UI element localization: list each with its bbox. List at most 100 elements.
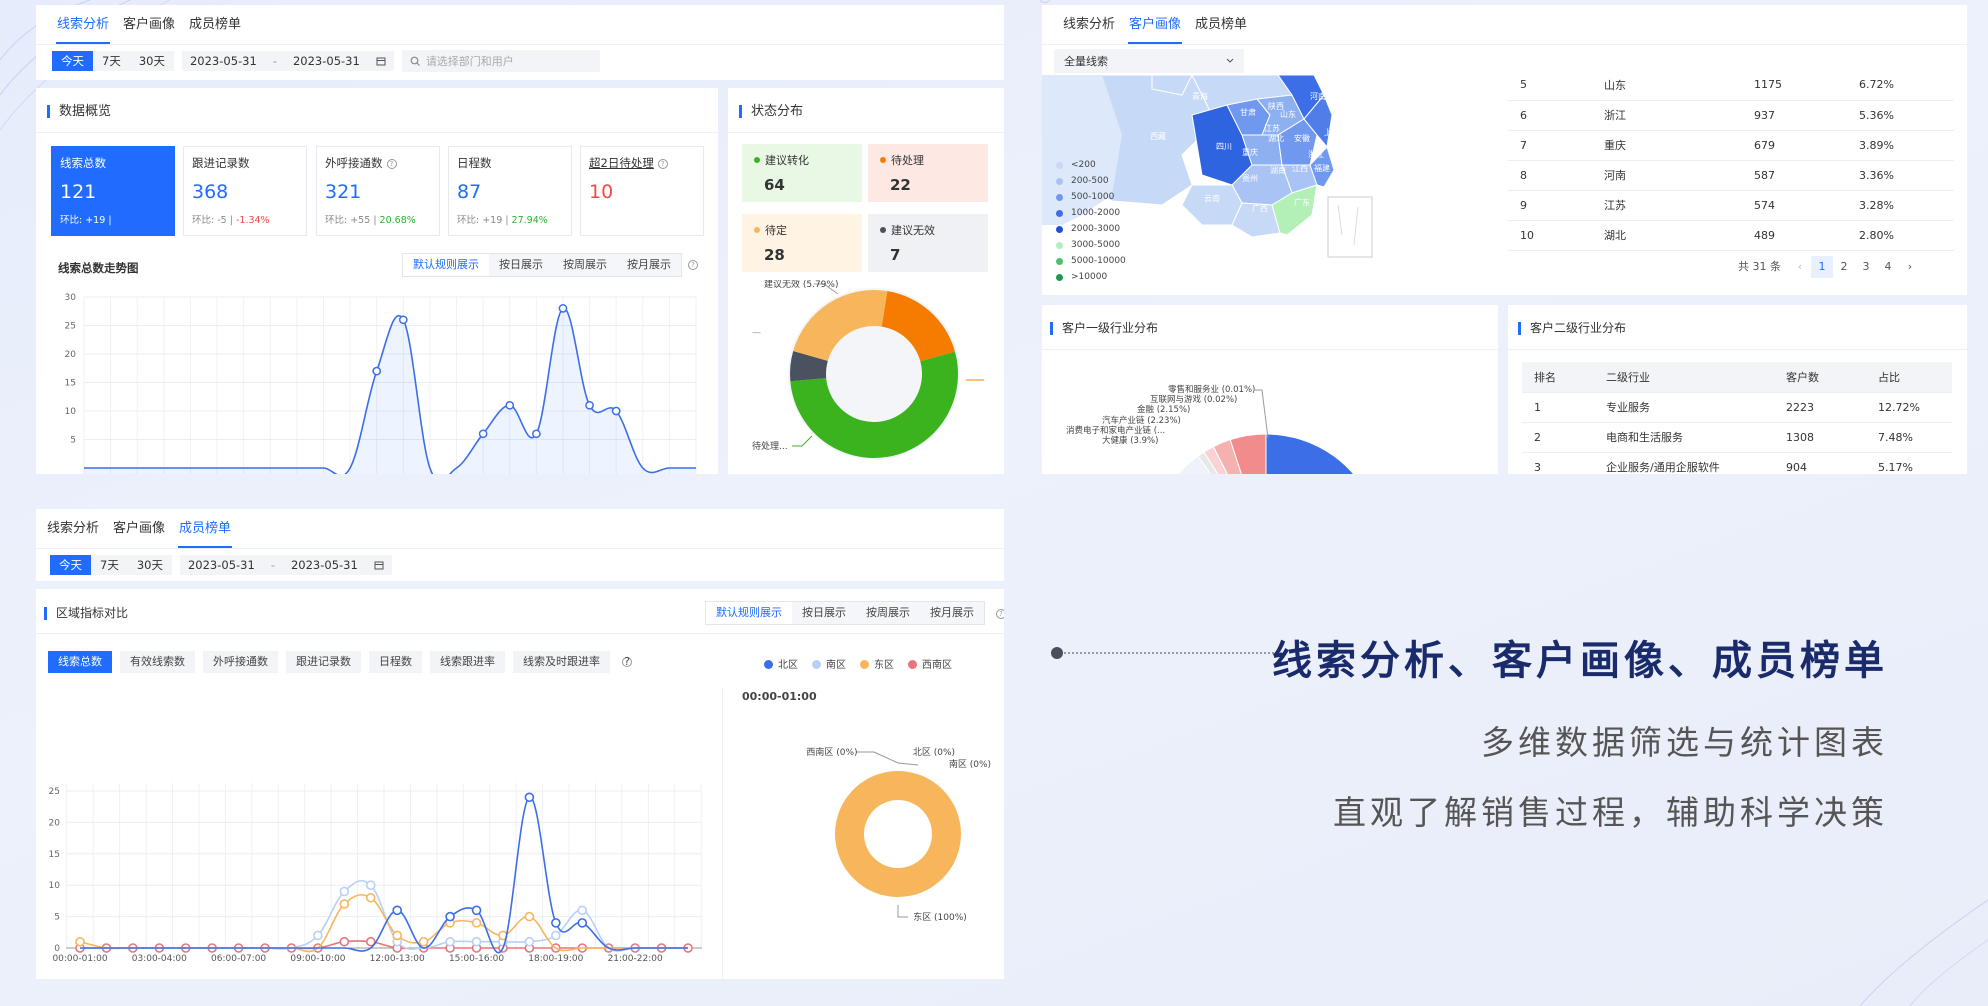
x-tick-label: 09:00-10:00 — [290, 954, 345, 964]
data-point — [558, 304, 568, 313]
period-30d[interactable]: 30天 — [130, 51, 174, 71]
panel-lead-analysis: 线索分析 客户画像 成员榜单 今天 7天 30天 2023-05-31 - 20… — [36, 5, 1004, 80]
view-monthly[interactable]: 按月展示 — [617, 254, 681, 276]
tab-customer-profile[interactable]: 客户画像 — [116, 5, 182, 44]
panel-customer-profile: 线索分析 客户画像 成员榜单 全量线索 青海 西藏 四川 重庆 湖北 安徽 江苏 山东 河南 陕西… — [1042, 5, 1967, 295]
table-cell: 江苏 — [1604, 190, 1754, 221]
kpi-card[interactable]: 外呼接通数? 321 环比: +55 | 20.68% — [316, 146, 440, 236]
x-tick-label: 06:00-07:00 — [211, 954, 266, 964]
pager-page-2[interactable]: 2 — [1833, 256, 1855, 278]
table-row[interactable]: 7 重庆 679 3.89% — [1508, 130, 1954, 161]
kpi-card[interactable]: 日程数 87 环比: +19 | 27.94% — [448, 146, 572, 236]
tab-member-ranking[interactable]: 成员榜单 — [172, 509, 238, 548]
view-weekly[interactable]: 按周展示 — [856, 602, 920, 624]
pager-page-3[interactable]: 3 — [1855, 256, 1877, 278]
table-row[interactable]: 10 湖北 489 2.80% — [1508, 220, 1954, 251]
view-weekly[interactable]: 按周展示 — [553, 254, 617, 276]
kpi-card[interactable]: 跟进记录数 368 环比: -5 | -1.34% — [183, 146, 307, 236]
status-tile[interactable]: 待处理 22 — [868, 144, 988, 202]
region-slice — [835, 771, 961, 897]
help-icon[interactable]: ? — [657, 159, 668, 169]
dept-user-search[interactable]: 请选择部门和用户 — [401, 50, 600, 72]
legend-item[interactable]: 东区 — [860, 656, 894, 671]
table-row[interactable]: 1 专业服务 2223 12.72% — [1522, 392, 1952, 423]
tab-customer-profile[interactable]: 客户画像 — [106, 509, 172, 548]
view-default[interactable]: 默认规则展示 — [706, 602, 792, 624]
data-point — [585, 400, 594, 410]
status-value: 64 — [764, 176, 785, 194]
data-point — [365, 892, 376, 903]
table-row[interactable]: 5 山东 1175 6.72% — [1508, 70, 1954, 101]
x-tick-label: 03:00-04:00 — [132, 954, 187, 964]
status-tile[interactable]: 建议无效 7 — [868, 214, 988, 272]
tab-member-ranking[interactable]: 成员榜单 — [1188, 5, 1254, 44]
help-icon[interactable]: ? — [688, 260, 698, 270]
pager-page-1[interactable]: 1 — [1811, 256, 1833, 278]
tab-member-ranking[interactable]: 成员榜单 — [182, 5, 248, 44]
kpi-value: 121 — [60, 181, 97, 203]
data-point — [531, 429, 541, 439]
province-label: 西藏 — [1150, 131, 1166, 141]
help-icon[interactable]: ? — [622, 656, 632, 667]
label-leader — [856, 751, 899, 764]
industry-label: 汽车产业链 (2.23%) — [1102, 415, 1181, 426]
table-header-cell[interactable]: 排名 — [1522, 362, 1594, 393]
table-header-cell[interactable]: 占比 — [1866, 362, 1952, 393]
tab-lead-analysis[interactable]: 线索分析 — [50, 5, 116, 44]
period-today[interactable]: 今天 — [52, 51, 93, 71]
table-row[interactable]: 2 电商和生活服务 1308 7.48% — [1522, 422, 1952, 453]
view-monthly[interactable]: 按月展示 — [920, 602, 984, 624]
x-tick-label: 18:00-19:00 — [528, 954, 583, 964]
pager-prev[interactable]: ‹ — [1789, 256, 1811, 278]
date-range-picker[interactable]: 2023-05-31 - 2023-05-31 — [181, 51, 394, 71]
view-daily[interactable]: 按日展示 — [489, 254, 553, 276]
status-title: 状态分布 — [739, 105, 803, 118]
pager-page-4[interactable]: 4 — [1877, 256, 1899, 278]
table-row[interactable]: 3 企业服务/通用企服软件 904 5.17% — [1522, 452, 1952, 474]
period-7d[interactable]: 7天 — [91, 555, 128, 575]
calendar-icon — [374, 561, 384, 570]
table-row[interactable]: 6 浙江 937 5.36% — [1508, 100, 1954, 131]
period-7d[interactable]: 7天 — [93, 51, 130, 71]
help-icon[interactable]: ? — [386, 159, 397, 169]
help-icon[interactable]: ? — [996, 609, 1004, 619]
kpi-compare: 环比: +55 | 20.68% — [325, 215, 416, 226]
kpi-card[interactable]: 线索总数 121 环比: +19 | — [51, 146, 175, 236]
tab-lead-analysis[interactable]: 线索分析 — [40, 509, 106, 548]
y-tick-label: 25 — [65, 322, 76, 332]
table-row[interactable]: 9 江苏 574 3.28% — [1508, 190, 1954, 221]
data-point — [505, 400, 515, 410]
period-today[interactable]: 今天 — [50, 555, 91, 575]
tab-customer-profile[interactable]: 客户画像 — [1122, 5, 1188, 44]
lead-scope-select[interactable]: 全量线索 — [1054, 49, 1244, 73]
table-cell: 587 — [1754, 160, 1859, 191]
status-value: 22 — [890, 176, 911, 194]
table-row[interactable]: 8 河南 587 3.36% — [1508, 160, 1954, 191]
view-default[interactable]: 默认规则展示 — [403, 254, 489, 276]
kpi-label: 线索总数 — [60, 156, 106, 170]
province-label: 甘肃 — [1240, 107, 1256, 117]
table-cell: 湖北 — [1604, 220, 1754, 251]
province-label: 云南 — [1204, 193, 1220, 203]
view-daily[interactable]: 按日展示 — [792, 602, 856, 624]
data-point — [524, 936, 535, 947]
legend-item[interactable]: 南区 — [812, 656, 846, 671]
legend-item[interactable]: 西南区 — [908, 656, 952, 671]
inset-lines — [1337, 204, 1359, 246]
pager-next[interactable]: › — [1899, 256, 1921, 278]
period-30d[interactable]: 30天 — [128, 555, 172, 575]
promo-line-2: 直观了解销售过程，辅助科学决策 — [1333, 793, 1888, 832]
data-point — [478, 429, 488, 439]
table-header-cell[interactable]: 二级行业 — [1594, 362, 1774, 393]
tab-lead-analysis[interactable]: 线索分析 — [1056, 5, 1122, 44]
kpi-card[interactable]: 超2日待处理? 10 — [580, 146, 704, 236]
province-label: 福建 — [1314, 163, 1330, 173]
table-cell: 2.80% — [1859, 220, 1954, 251]
filter-bar-3: 今天 7天 30天 2023-05-31 - 2023-05-31 — [50, 555, 392, 575]
date-range-picker-3[interactable]: 2023-05-31 - 2023-05-31 — [179, 555, 392, 575]
legend-item[interactable]: 北区 — [764, 656, 798, 671]
table-header-cell[interactable]: 客户数 — [1774, 362, 1866, 393]
trend-chart-title: 线索总数走势图 — [58, 261, 139, 275]
status-tile[interactable]: 建议转化 64 — [742, 144, 862, 202]
status-tile[interactable]: 待定 28 — [742, 214, 862, 272]
